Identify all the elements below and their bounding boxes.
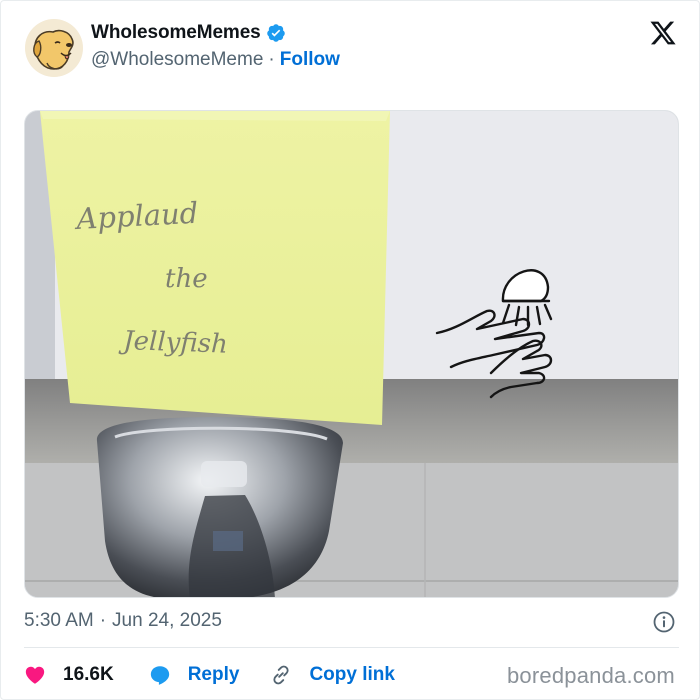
author-display-name[interactable]: WholesomeMemes (91, 22, 261, 44)
info-icon[interactable] (653, 611, 675, 633)
post-timestamp[interactable]: 5:30 AM · Jun 24, 2025 (24, 610, 222, 632)
copy-link-button[interactable]: Copy link (270, 664, 395, 686)
timestamp-separator: · (99, 610, 107, 631)
dog-avatar-icon[interactable] (25, 19, 83, 77)
reply-button[interactable]: Reply (149, 664, 240, 686)
tweet-photo[interactable]: Applaud the Jellyfish (24, 110, 679, 598)
tweet-card: WholesomeMemes @WholesomeMeme · Follow A… (0, 0, 700, 700)
like-count: 16.6K (63, 664, 114, 685)
note-line-2: the (165, 264, 208, 294)
action-bar: 16.6K Reply Copy link (24, 661, 395, 689)
follow-button[interactable]: Follow (280, 49, 340, 71)
copy-link-label: Copy link (309, 664, 395, 685)
heart-icon (24, 664, 46, 686)
divider (24, 647, 679, 648)
watermark: boredpanda.com (507, 663, 675, 688)
x-logo-icon[interactable] (649, 19, 677, 47)
handle-separator: · (268, 49, 275, 70)
reply-label: Reply (187, 664, 240, 685)
author-handle-row: @WholesomeMeme · Follow (91, 49, 340, 71)
like-button[interactable]: 16.6K (24, 664, 114, 686)
note-line-3: Jellyfish (118, 326, 229, 360)
note-line-1: Applaud (73, 196, 199, 236)
reply-bubble-icon (149, 664, 171, 686)
author-handle[interactable]: @WholesomeMeme (91, 49, 263, 71)
link-icon (270, 664, 292, 686)
post-date: Jun 24, 2025 (112, 610, 222, 631)
post-time: 5:30 AM (24, 610, 94, 631)
verified-badge-icon (266, 23, 286, 43)
author-name-row: WholesomeMemes (91, 22, 286, 44)
